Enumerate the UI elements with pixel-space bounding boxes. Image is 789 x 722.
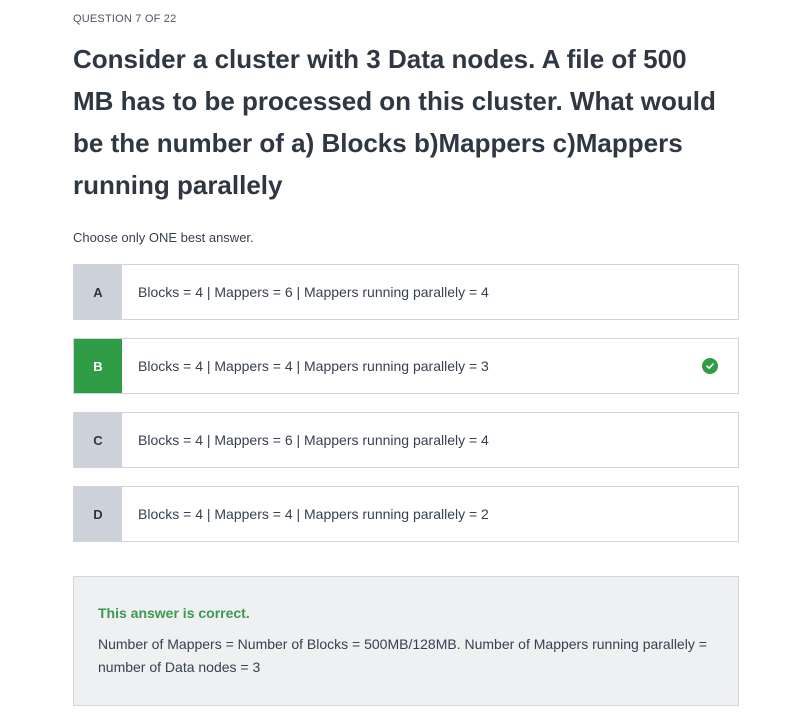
option-letter: C [74,413,122,467]
answer-option-c[interactable]: C Blocks = 4 | Mappers = 6 | Mappers run… [73,412,739,468]
answer-instructions: Choose only ONE best answer. [73,230,254,245]
answer-option-d[interactable]: D Blocks = 4 | Mappers = 4 | Mappers run… [73,486,739,542]
option-label: Blocks = 4 | Mappers = 6 | Mappers runni… [138,432,489,448]
answer-feedback-panel: This answer is correct. Number of Mapper… [73,576,739,706]
option-letter: D [74,487,122,541]
option-letter: B [74,339,122,393]
feedback-explanation: Number of Mappers = Number of Blocks = 5… [98,636,707,675]
question-counter: QUESTION 7 OF 22 [73,13,177,25]
option-label: Blocks = 4 | Mappers = 4 | Mappers runni… [138,358,489,374]
feedback-title: This answer is correct. [98,605,250,621]
question-text: Consider a cluster with 3 Data nodes. A … [73,44,716,200]
option-label: Blocks = 4 | Mappers = 4 | Mappers runni… [138,506,489,522]
answer-option-b[interactable]: B Blocks = 4 | Mappers = 4 | Mappers run… [73,338,739,394]
check-circle-icon [702,358,718,374]
option-letter: A [74,265,122,319]
answer-option-a[interactable]: A Blocks = 4 | Mappers = 6 | Mappers run… [73,264,739,320]
option-label: Blocks = 4 | Mappers = 6 | Mappers runni… [138,284,489,300]
